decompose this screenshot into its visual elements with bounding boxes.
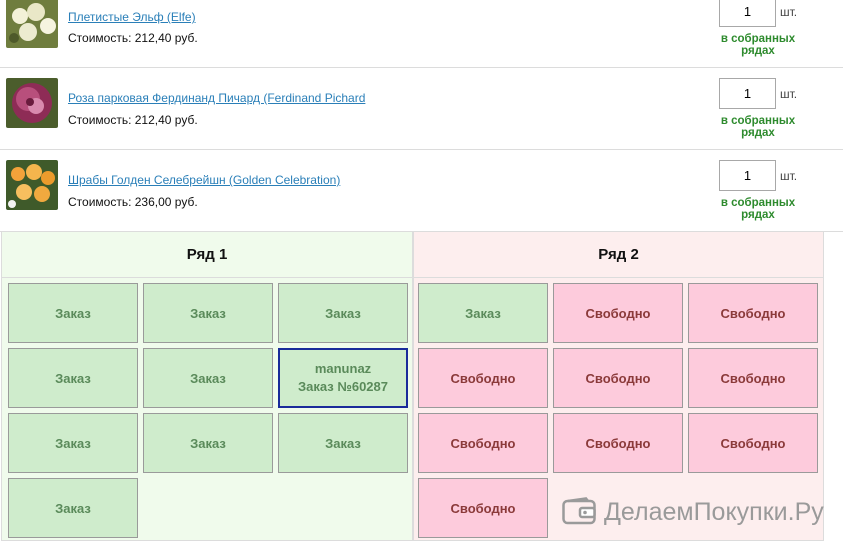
quantity-input[interactable] bbox=[719, 78, 776, 109]
product-link[interactable]: Шрабы Голден Селебрейшн (Golden Celebrat… bbox=[68, 173, 340, 187]
watermark-text: ДелаемПокупки.Ру bbox=[604, 497, 824, 526]
slot-cell-free[interactable]: Свободно bbox=[418, 413, 548, 473]
order-number: Заказ №60287 bbox=[298, 379, 388, 394]
row-title: Ряд 1 bbox=[2, 232, 412, 278]
slot-cell[interactable]: Заказ bbox=[143, 413, 273, 473]
unit-label: шт. bbox=[780, 169, 798, 183]
slot-cell-free[interactable]: Свободно bbox=[553, 348, 683, 408]
row-2-column: Ряд 2 Заказ Свободно Свободно Свободно С… bbox=[413, 231, 824, 541]
product-price: Стоимость: 212,40 руб. bbox=[68, 31, 198, 45]
rows-grid: Ряд 1 Заказ Заказ Заказ Заказ Заказ manu… bbox=[1, 231, 824, 541]
product-row: Плетистые Эльф (Elfe) Стоимость: 212,40 … bbox=[0, 0, 843, 68]
product-link[interactable]: Роза парковая Фердинанд Пичард (Ferdinan… bbox=[68, 91, 365, 105]
status-text: в собранных рядах bbox=[720, 33, 796, 57]
watermark: ДелаемПокупки.Ру bbox=[562, 496, 824, 528]
slot-cell[interactable]: Заказ bbox=[418, 283, 548, 343]
quantity-input[interactable] bbox=[719, 160, 776, 191]
slot-cell[interactable]: Заказ bbox=[8, 413, 138, 473]
order-user: manunaz bbox=[314, 361, 372, 376]
slot-cell-free[interactable]: Свободно bbox=[688, 413, 818, 473]
product-thumbnail[interactable] bbox=[6, 0, 58, 48]
slot-cell[interactable]: Заказ bbox=[8, 348, 138, 408]
status-text: в собранных рядах bbox=[720, 197, 796, 221]
slot-cell-free[interactable]: Свободно bbox=[688, 283, 818, 343]
slot-cell[interactable]: Заказ bbox=[8, 478, 138, 538]
slot-cell[interactable]: Заказ bbox=[278, 283, 408, 343]
unit-label: шт. bbox=[780, 87, 798, 101]
slot-cell[interactable]: Заказ bbox=[143, 348, 273, 408]
product-price: Стоимость: 236,00 руб. bbox=[68, 195, 198, 209]
wallet-icon bbox=[562, 496, 596, 528]
product-thumbnail[interactable] bbox=[6, 160, 58, 210]
slot-cell-free[interactable]: Свободно bbox=[688, 348, 818, 408]
product-row: Роза парковая Фердинанд Пичард (Ferdinan… bbox=[0, 68, 843, 150]
product-link[interactable]: Плетистые Эльф (Elfe) bbox=[68, 10, 196, 24]
unit-label: шт. bbox=[780, 5, 798, 19]
slot-cell-free[interactable]: Свободно bbox=[553, 283, 683, 343]
slot-cell[interactable]: Заказ bbox=[8, 283, 138, 343]
slot-cell-free[interactable]: Свободно bbox=[418, 348, 548, 408]
slot-cell-my-order[interactable]: manunaz Заказ №60287 bbox=[278, 348, 408, 408]
status-text: в собранных рядах bbox=[720, 115, 796, 139]
product-price: Стоимость: 212,40 руб. bbox=[68, 113, 198, 127]
product-row: Шрабы Голден Селебрейшн (Golden Celebrat… bbox=[0, 150, 843, 232]
product-thumbnail[interactable] bbox=[6, 78, 58, 128]
slot-cell[interactable]: Заказ bbox=[143, 283, 273, 343]
slot-cell-free[interactable]: Свободно bbox=[418, 478, 548, 538]
quantity-input[interactable] bbox=[719, 0, 776, 27]
slot-cell-free[interactable]: Свободно bbox=[553, 413, 683, 473]
slot-cell[interactable]: Заказ bbox=[278, 413, 408, 473]
row-1-column: Ряд 1 Заказ Заказ Заказ Заказ Заказ manu… bbox=[1, 231, 413, 541]
row-title: Ряд 2 bbox=[414, 232, 823, 278]
